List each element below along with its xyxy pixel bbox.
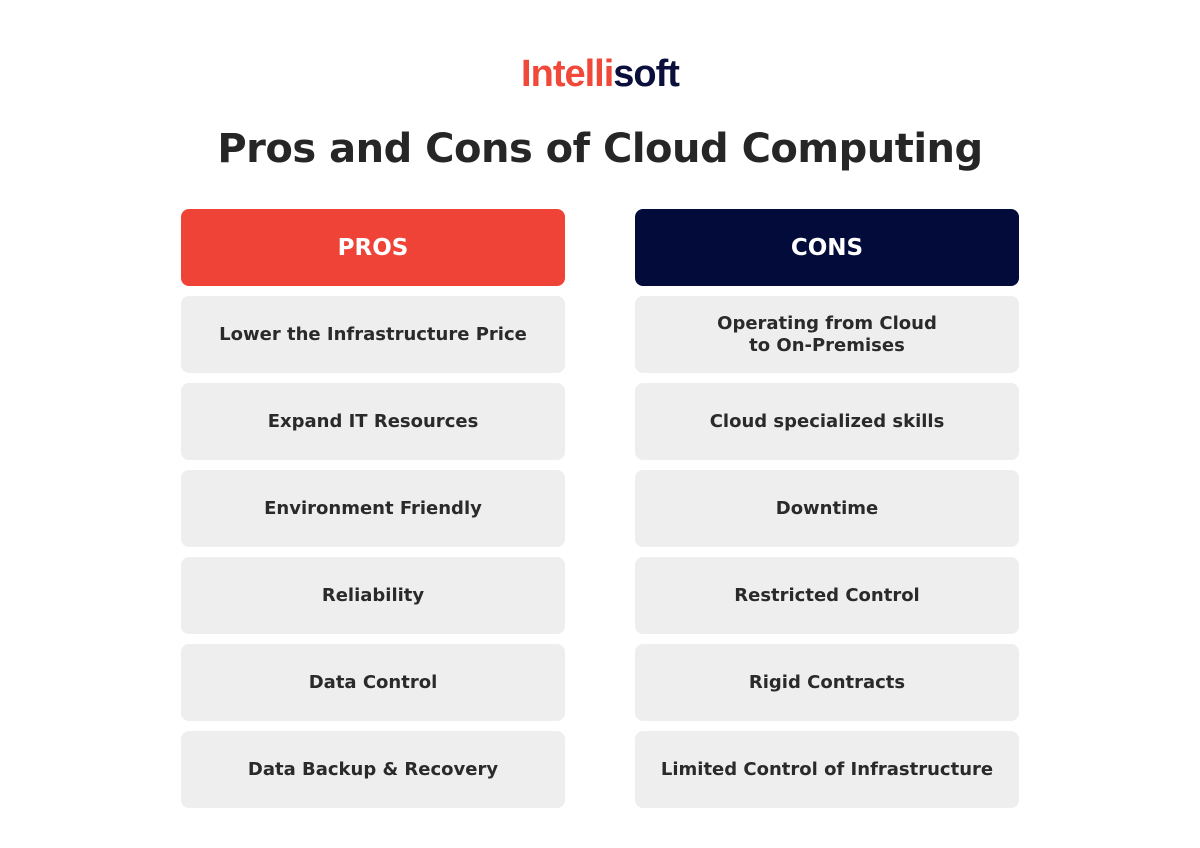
page-title: Pros and Cons of Cloud Computing <box>217 126 983 172</box>
cons-item: Restricted Control <box>635 557 1019 634</box>
pros-column: PROS Lower the Infrastructure Price Expa… <box>181 209 565 808</box>
pros-item: Environment Friendly <box>181 470 565 547</box>
logo-part-intelli: Intelli <box>521 53 614 95</box>
logo-part-soft: soft <box>613 53 680 95</box>
pros-item: Data Backup & Recovery <box>181 731 565 808</box>
cons-item: Cloud specialized skills <box>635 383 1019 460</box>
cons-item: Rigid Contracts <box>635 644 1019 721</box>
cons-item: Operating from Cloud to On-Premises <box>635 296 1019 373</box>
pros-item: Data Control <box>181 644 565 721</box>
cons-item: Limited Control of Infrastructure <box>635 731 1019 808</box>
pros-item: Lower the Infrastructure Price <box>181 296 565 373</box>
intellisoft-logo: Intellisoft <box>0 52 1200 96</box>
pros-item: Expand IT Resources <box>181 383 565 460</box>
cons-header: CONS <box>635 209 1019 286</box>
pros-item: Reliability <box>181 557 565 634</box>
pros-header: PROS <box>181 209 565 286</box>
cons-item: Downtime <box>635 470 1019 547</box>
cons-column: CONS Operating from Cloud to On-Premises… <box>635 209 1019 808</box>
